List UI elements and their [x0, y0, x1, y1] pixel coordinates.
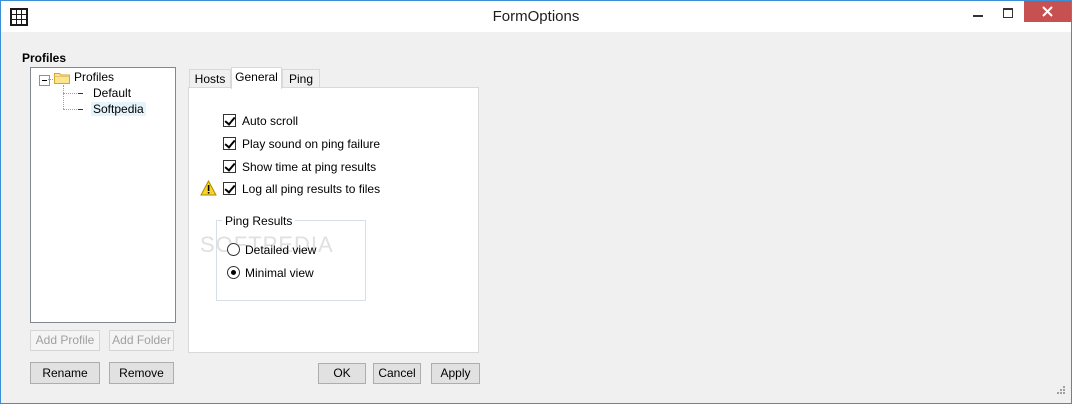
tree-connector [48, 79, 53, 80]
leaf-dash-icon [78, 93, 83, 94]
minimize-button[interactable] [963, 1, 993, 30]
tree-connector [63, 109, 77, 110]
add-folder-button[interactable]: Add Folder [109, 330, 174, 351]
close-icon [1042, 6, 1053, 17]
ping-results-group [216, 220, 366, 301]
minimal-view-radio[interactable] [227, 266, 240, 279]
title-bar[interactable]: FormOptions [1, 1, 1071, 32]
resize-grip-icon[interactable] [1054, 385, 1066, 397]
minimize-icon [973, 15, 983, 17]
warning-icon [200, 180, 217, 196]
tab-ping[interactable]: Ping [282, 69, 320, 89]
show-time-checkbox[interactable] [223, 160, 236, 173]
tree-connector [63, 85, 64, 109]
apply-button[interactable]: Apply [431, 363, 480, 384]
detailed-view-radio[interactable] [227, 243, 240, 256]
folder-icon [54, 73, 70, 84]
close-button[interactable] [1024, 1, 1071, 22]
tab-hosts[interactable]: Hosts [189, 69, 231, 89]
detailed-view-label[interactable]: Detailed view [245, 243, 316, 257]
leaf-dash-icon [78, 109, 83, 110]
profiles-tree[interactable]: Profiles Default Softpedia [30, 67, 176, 323]
play-sound-label[interactable]: Play sound on ping failure [242, 137, 380, 151]
tree-item-default[interactable]: Default [91, 86, 133, 100]
log-results-label[interactable]: Log all ping results to files [242, 182, 380, 196]
window-title: FormOptions [492, 8, 580, 25]
cancel-button[interactable]: Cancel [373, 363, 421, 384]
tree-connector [63, 93, 77, 94]
collapse-toggle-icon[interactable] [39, 75, 50, 86]
ok-button[interactable]: OK [318, 363, 366, 384]
minimal-view-label[interactable]: Minimal view [245, 266, 314, 280]
log-results-checkbox[interactable] [223, 182, 236, 195]
rename-button[interactable]: Rename [30, 362, 100, 384]
ping-results-title: Ping Results [222, 214, 296, 228]
remove-button[interactable]: Remove [109, 362, 174, 384]
auto-scroll-checkbox[interactable] [223, 114, 236, 127]
tab-general[interactable]: General [231, 67, 282, 89]
maximize-icon [1003, 8, 1013, 18]
auto-scroll-label[interactable]: Auto scroll [242, 114, 298, 128]
maximize-button[interactable] [993, 1, 1023, 30]
play-sound-checkbox[interactable] [223, 137, 236, 150]
add-profile-button[interactable]: Add Profile [30, 330, 100, 351]
profiles-heading: Profiles [22, 51, 67, 65]
show-time-label[interactable]: Show time at ping results [242, 160, 376, 174]
tree-item-softpedia[interactable]: Softpedia [91, 102, 146, 116]
tree-item-profiles-root[interactable]: Profiles [72, 70, 116, 84]
